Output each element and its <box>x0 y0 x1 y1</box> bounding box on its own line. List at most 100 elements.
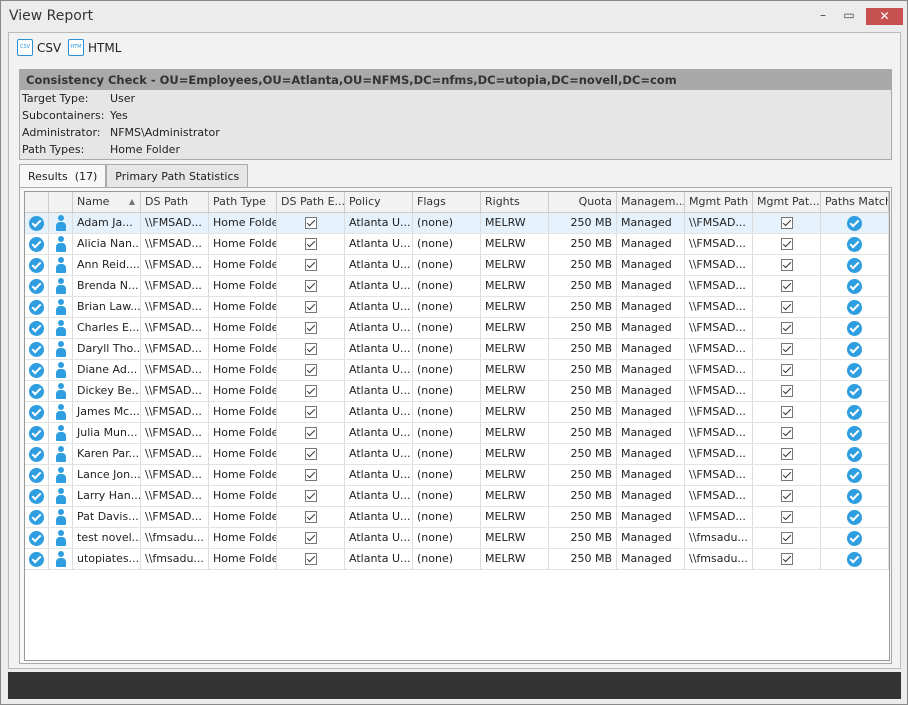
column-header-mgmt-path-exists[interactable]: Mgmt Pat... <box>753 192 821 212</box>
table-row[interactable]: Karen Par... \\FMSAD... Home Folder Atlanta… <box>25 444 889 465</box>
paths-match-icon <box>847 551 862 567</box>
cell-type <box>49 528 73 548</box>
table-row[interactable]: Alicia Nan... \\FMSAD... Home Folder Atlant… <box>25 234 889 255</box>
mgmt-path-exists-checkbox[interactable] <box>780 301 793 313</box>
ds-path-exists-checkbox[interactable] <box>304 343 317 355</box>
mgmt-path-exists-checkbox[interactable] <box>780 448 793 460</box>
ds-path-exists-checkbox[interactable] <box>304 259 317 271</box>
column-header-quota[interactable]: Quota <box>549 192 617 212</box>
table-row[interactable]: test novel... \\fmsadu... Home Folder Atlan… <box>25 528 889 549</box>
maximize-button[interactable]: ▭ <box>839 8 859 26</box>
column-header-mgmt-path[interactable]: Mgmt Path <box>685 192 753 212</box>
cell-status <box>25 213 49 233</box>
column-header-type[interactable] <box>49 192 73 212</box>
ds-path-exists-checkbox[interactable] <box>304 238 317 250</box>
column-header-ds-path[interactable]: DS Path <box>141 192 209 212</box>
ds-path-exists-checkbox[interactable] <box>304 385 317 397</box>
table-row[interactable]: Dickey Be... \\FMSAD... Home Folder Atlanta… <box>25 381 889 402</box>
table-row[interactable]: Ann Reid.... \\FMSAD... Home Folder Atlanta… <box>25 255 889 276</box>
mgmt-path-exists-checkbox[interactable] <box>780 280 793 292</box>
cell-ds-path-exists <box>277 444 345 464</box>
mgmt-path-exists-checkbox[interactable] <box>780 532 793 544</box>
mgmt-path-exists-checkbox[interactable] <box>780 364 793 376</box>
table-row[interactable]: James Mc... \\FMSAD... Home Folder Atlanta … <box>25 402 889 423</box>
mgmt-path-exists-checkbox[interactable] <box>780 406 793 418</box>
table-row[interactable]: Brian Law... \\FMSAD... Home Folder Atlanta… <box>25 297 889 318</box>
mgmt-path-exists-checkbox[interactable] <box>780 553 793 565</box>
export-csv-button[interactable]: CSV CSV <box>17 39 61 56</box>
table-row[interactable]: Adam Ja... \\FMSAD... Home Folder Atlanta U… <box>25 213 889 234</box>
column-header-name[interactable]: Name ▲ <box>73 192 141 212</box>
ds-path-exists-checkbox[interactable] <box>304 322 317 334</box>
cell-rights: MELRW <box>481 297 549 317</box>
cell-type <box>49 423 73 443</box>
mgmt-path-exists-checkbox[interactable] <box>780 322 793 334</box>
cell-mgmt-path-exists <box>753 276 821 296</box>
cell-path-type: Home Folder <box>209 318 277 338</box>
mgmt-path-exists-checkbox[interactable] <box>780 238 793 250</box>
column-header-status[interactable] <box>25 192 49 212</box>
column-header-paths-match[interactable]: Paths Match <box>821 192 889 212</box>
table-row[interactable]: Larry Han... \\FMSAD... Home Folder Atlanta… <box>25 486 889 507</box>
info-field: Administrator: NFMS\Administrator <box>20 124 891 141</box>
ds-path-exists-checkbox[interactable] <box>304 553 317 565</box>
mgmt-path-exists-checkbox[interactable] <box>780 217 793 229</box>
cell-name: Julia Mun... <box>73 423 141 443</box>
cell-paths-match <box>821 276 889 296</box>
cell-ds-path-exists <box>277 381 345 401</box>
cell-management: Managed <box>617 549 685 569</box>
cell-type <box>49 465 73 485</box>
cell-name: Pat Davis... <box>73 507 141 527</box>
column-header-policy[interactable]: Policy <box>345 192 413 212</box>
export-html-button[interactable]: HTM HTML <box>68 39 121 56</box>
ds-path-exists-checkbox[interactable] <box>304 511 317 523</box>
mgmt-path-exists-checkbox[interactable] <box>780 511 793 523</box>
cell-flags: (none) <box>413 486 481 506</box>
ds-path-exists-checkbox[interactable] <box>304 427 317 439</box>
table-row[interactable]: Diane Ad... \\FMSAD... Home Folder Atlanta … <box>25 360 889 381</box>
mgmt-path-exists-checkbox[interactable] <box>780 259 793 271</box>
ds-path-exists-checkbox[interactable] <box>304 301 317 313</box>
ds-path-exists-checkbox[interactable] <box>304 469 317 481</box>
cell-mgmt-path-exists <box>753 486 821 506</box>
close-button[interactable]: ✕ <box>866 8 903 25</box>
cell-type <box>49 234 73 254</box>
ds-path-exists-checkbox[interactable] <box>304 490 317 502</box>
minimize-button[interactable]: – <box>813 8 833 26</box>
table-row[interactable]: Pat Davis... \\FMSAD... Home Folder Atlanta… <box>25 507 889 528</box>
column-header-management[interactable]: Managem... <box>617 192 685 212</box>
ds-path-exists-checkbox[interactable] <box>304 364 317 376</box>
mgmt-path-exists-checkbox[interactable] <box>780 427 793 439</box>
column-header-ds-path-exists[interactable]: DS Path E... <box>277 192 345 212</box>
mgmt-path-exists-checkbox[interactable] <box>780 469 793 481</box>
cell-policy: Atlanta U... <box>345 255 413 275</box>
mgmt-path-exists-checkbox[interactable] <box>780 343 793 355</box>
user-icon <box>55 509 66 525</box>
column-header-path-type[interactable]: Path Type <box>209 192 277 212</box>
paths-match-status-icon <box>29 362 44 378</box>
cell-policy: Atlanta U... <box>345 339 413 359</box>
info-field: Path Types: Home Folder <box>20 141 891 158</box>
column-header-flags[interactable]: Flags <box>413 192 481 212</box>
table-row[interactable]: utopiates... \\fmsadu... Home Folder Atlant… <box>25 549 889 570</box>
ds-path-exists-checkbox[interactable] <box>304 280 317 292</box>
cell-ds-path-exists <box>277 276 345 296</box>
table-row[interactable]: Charles E... \\FMSAD... Home Folder Atlanta… <box>25 318 889 339</box>
tab-results[interactable]: Results (17) <box>19 164 107 188</box>
cell-ds-path: \\fmsadu... <box>141 549 209 569</box>
table-row[interactable]: Lance Jon... \\FMSAD... Home Folder Atlanta… <box>25 465 889 486</box>
cell-mgmt-path-exists <box>753 465 821 485</box>
mgmt-path-exists-checkbox[interactable] <box>780 385 793 397</box>
tab-primary-path-statistics[interactable]: Primary Path Statistics <box>106 164 249 187</box>
ds-path-exists-checkbox[interactable] <box>304 406 317 418</box>
ds-path-exists-checkbox[interactable] <box>304 448 317 460</box>
table-row[interactable]: Julia Mun... \\FMSAD... Home Folder Atlanta… <box>25 423 889 444</box>
ds-path-exists-checkbox[interactable] <box>304 532 317 544</box>
ds-path-exists-checkbox[interactable] <box>304 217 317 229</box>
cell-management: Managed <box>617 276 685 296</box>
table-row[interactable]: Daryll Tho... \\FMSAD... Home Folder Atlant… <box>25 339 889 360</box>
mgmt-path-exists-checkbox[interactable] <box>780 490 793 502</box>
results-grid[interactable]: Name ▲ DS Path Path Type DS Path E... Policy F… <box>24 191 890 661</box>
table-row[interactable]: Brenda N... \\FMSAD... Home Folder Atlanta … <box>25 276 889 297</box>
column-header-rights[interactable]: Rights <box>481 192 549 212</box>
